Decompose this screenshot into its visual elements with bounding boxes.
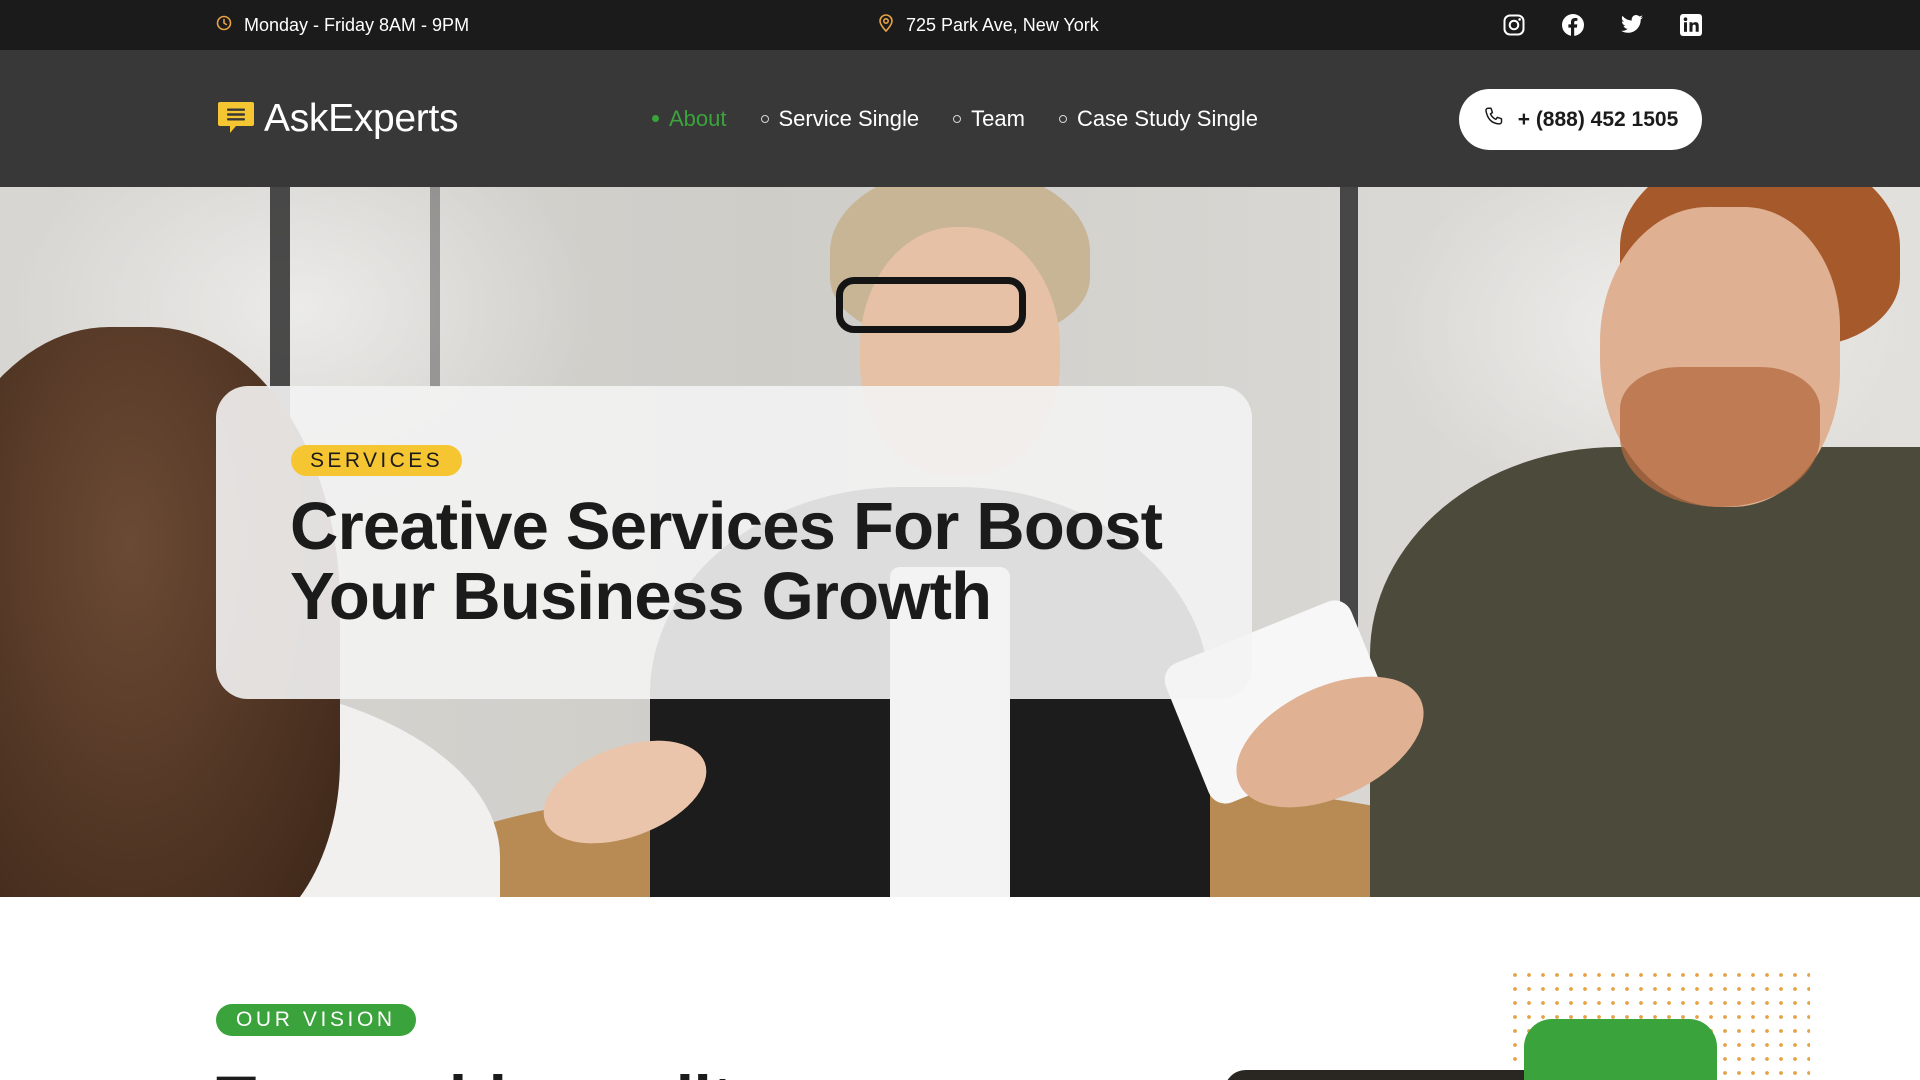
nav-item-label: About [669,105,727,131]
instagram-icon[interactable] [1502,13,1526,37]
nav-item-team[interactable]: Team [953,106,1025,132]
business-hours: Monday - Friday 8AM - 9PM [216,0,469,50]
phone-icon [1483,106,1505,134]
social-links [1502,0,1703,50]
hero-card: SERVICES Creative Services For Boost You… [216,386,1252,699]
phone-number: + (888) 452 1505 [1517,107,1679,131]
main-nav: About Service Single Team Case Study Sin… [652,50,1258,187]
vision-heading: To provide quality [216,1064,996,1080]
nav-item-label: Case Study Single [1076,105,1258,131]
nav-bullet-icon [1058,114,1067,123]
nav-item-label: Service Single [778,105,920,131]
hero-title: Creative Services For Boost Your Busines… [290,492,1190,632]
business-hours-text: Monday - Friday 8AM - 9PM [244,14,470,35]
facebook-icon[interactable] [1561,13,1585,37]
top-info-bar: Monday - Friday 8AM - 9PM 725 Park Ave, … [0,0,1920,50]
logo[interactable]: AskExperts [216,50,459,187]
chat-bubble-icon [216,96,256,141]
nav-item-label: Team [971,105,1025,131]
our-vision-badge: OUR VISION [216,1004,416,1036]
services-badge: SERVICES [291,445,463,476]
hero-title-line: Your Business Growth [290,559,992,634]
nav-bullet-icon [760,114,769,123]
clock-icon [216,15,232,36]
phone-button[interactable]: + (888) 452 1505 [1459,89,1702,150]
map-pin-icon [878,13,894,37]
nav-item-service-single[interactable]: Service Single [760,105,920,132]
vision-heading-container: To provide quality [216,1064,996,1080]
nav-bullet-icon [652,115,659,122]
twitter-icon[interactable] [1620,13,1644,37]
address-text: 725 Park Ave, New York [906,14,1099,35]
nav-bullet-icon [953,114,962,123]
hero-title-line: Creative Services For Boost [290,489,1163,564]
linkedin-icon[interactable] [1679,13,1703,37]
address: 725 Park Ave, New York [878,0,1099,50]
nav-item-case-study-single[interactable]: Case Study Single [1058,105,1258,132]
decorative-green-block [1524,1019,1717,1080]
logo-text: AskExperts [264,96,459,140]
hero-section: SERVICES Creative Services For Boost You… [0,187,1920,897]
main-header: AskExperts About Service Single Team Cas… [0,50,1920,187]
nav-item-about[interactable]: About [652,106,727,132]
